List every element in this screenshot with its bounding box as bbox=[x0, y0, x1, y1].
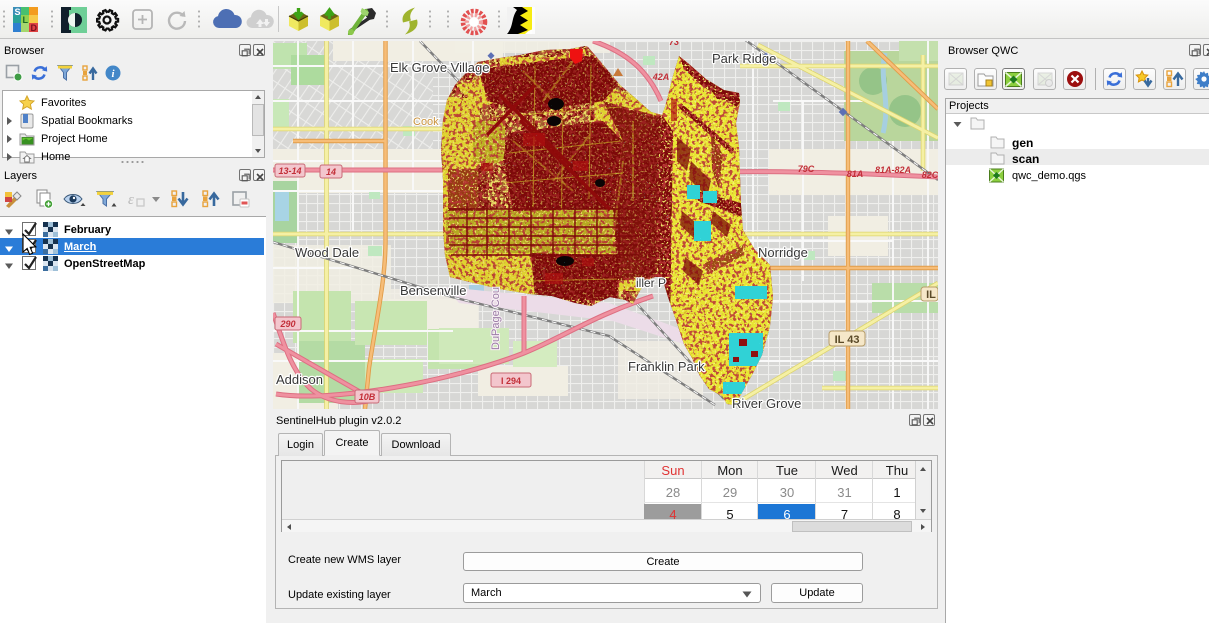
svg-text:79C: 79C bbox=[798, 164, 815, 174]
svg-text:D: D bbox=[31, 23, 38, 32]
svg-text:River Grove: River Grove bbox=[732, 396, 801, 409]
svg-text:13-14: 13-14 bbox=[278, 166, 301, 176]
svg-text:iller P: iller P bbox=[636, 276, 666, 290]
svg-text:73: 73 bbox=[669, 41, 679, 47]
svg-text:ε: ε bbox=[128, 192, 134, 208]
svg-text:IL: IL bbox=[926, 289, 936, 301]
svg-text:14: 14 bbox=[326, 167, 336, 177]
svg-text:42A: 42A bbox=[652, 72, 670, 82]
svg-text:81A-82A: 81A-82A bbox=[875, 165, 911, 175]
svg-text:10B: 10B bbox=[359, 392, 376, 402]
svg-text:Wood Dale: Wood Dale bbox=[295, 245, 359, 260]
svg-text:Elk Grove Village: Elk Grove Village bbox=[390, 60, 489, 75]
svg-text:IL 43: IL 43 bbox=[835, 334, 860, 346]
svg-text:Bensenville: Bensenville bbox=[400, 283, 467, 298]
svg-text:DuPage Cou: DuPage Cou bbox=[490, 287, 502, 350]
svg-text:L: L bbox=[23, 15, 29, 25]
svg-text:S: S bbox=[15, 7, 21, 17]
svg-text:Addison: Addison bbox=[276, 372, 323, 387]
svg-text:Norridge: Norridge bbox=[758, 245, 808, 260]
svg-text:82C: 82C bbox=[922, 170, 938, 180]
svg-text:290: 290 bbox=[279, 319, 295, 329]
svg-text:81A: 81A bbox=[847, 169, 864, 179]
svg-text:Franklin Park: Franklin Park bbox=[628, 359, 705, 374]
svg-text:Park Ridge: Park Ridge bbox=[712, 51, 776, 66]
svg-text:I 294: I 294 bbox=[501, 376, 521, 386]
svg-text:Cook: Cook bbox=[413, 116, 439, 128]
